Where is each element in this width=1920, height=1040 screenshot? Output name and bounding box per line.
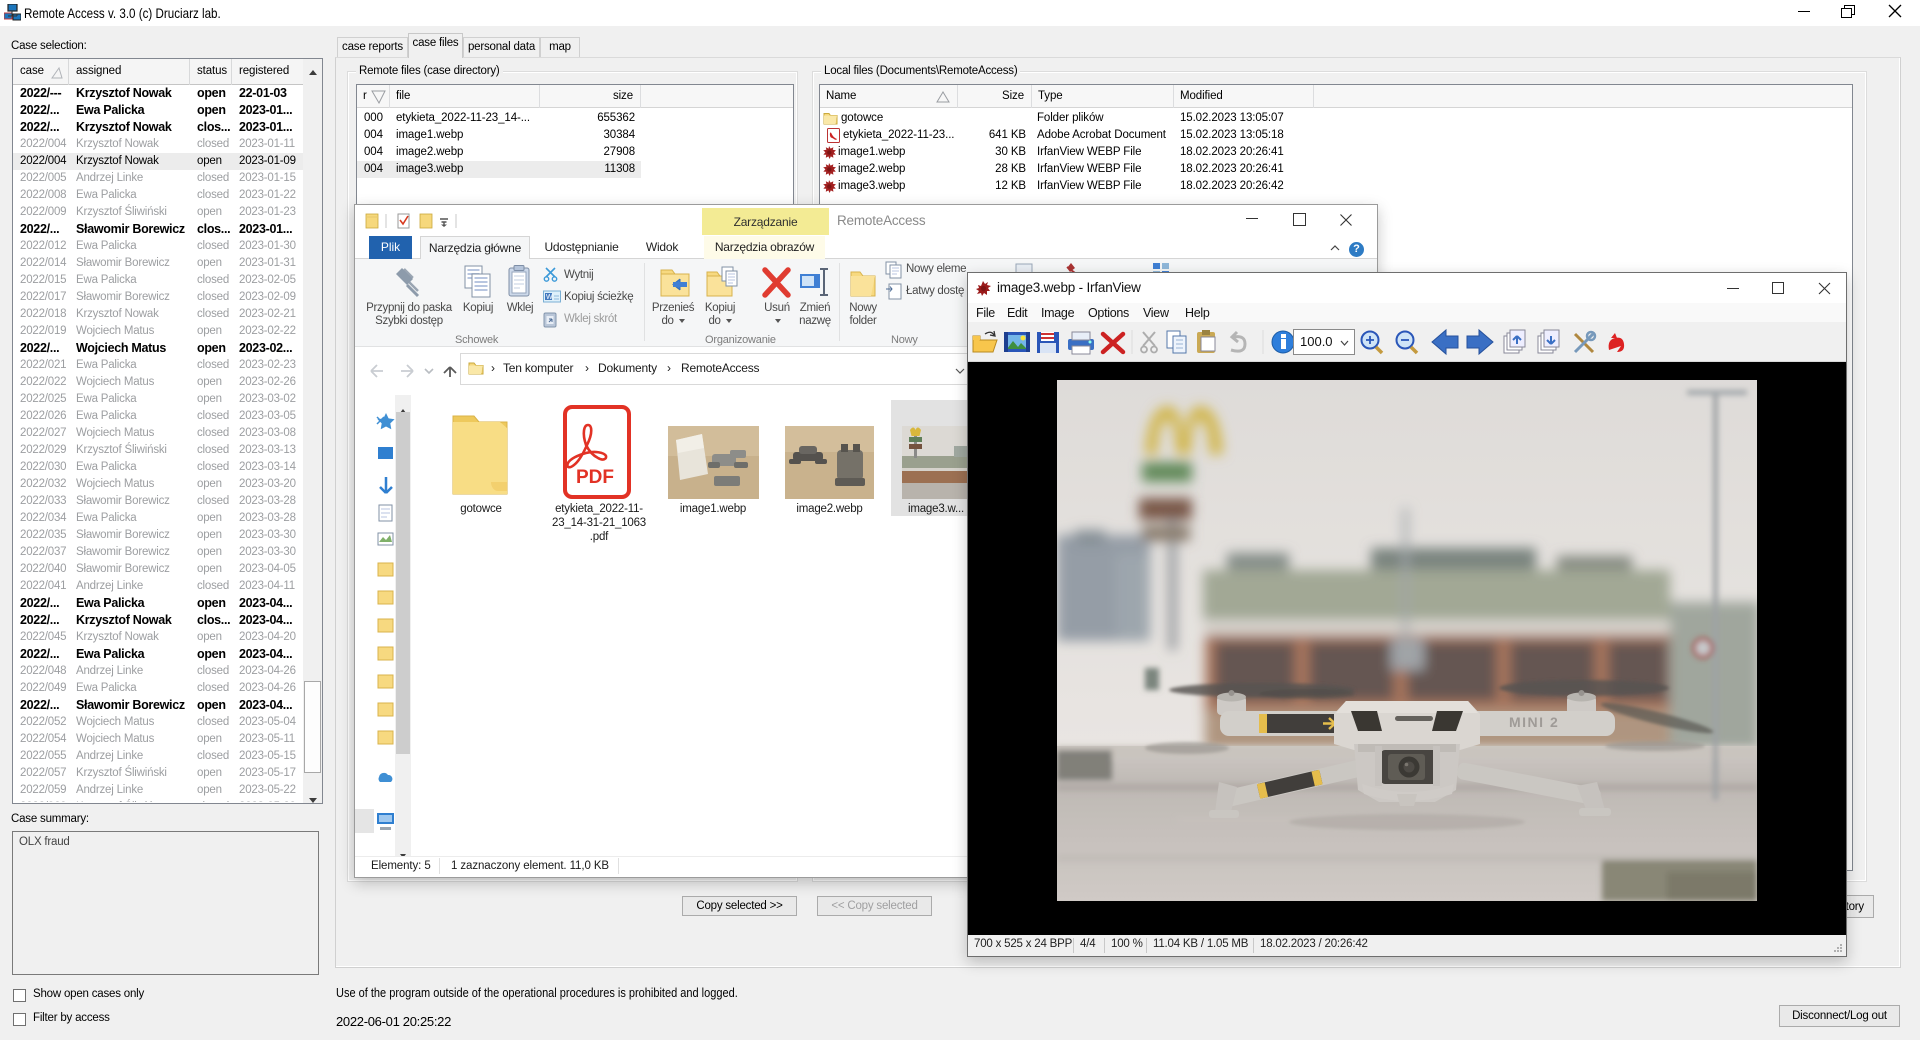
svg-text:PDF: PDF (576, 467, 614, 488)
svg-text:W: W (546, 294, 553, 301)
